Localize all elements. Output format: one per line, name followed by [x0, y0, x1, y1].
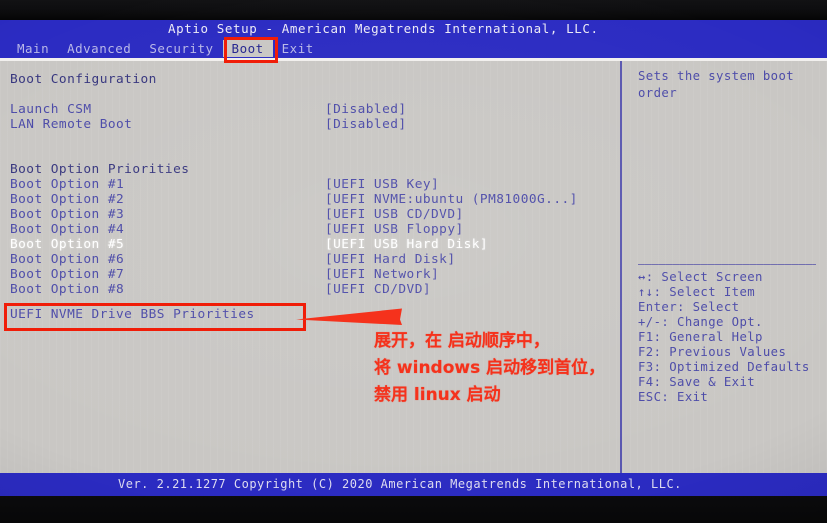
tab-security[interactable]: Security: [140, 40, 222, 57]
boot-option-7-value[interactable]: [UEFI Network]: [325, 267, 439, 282]
boot-option-3-value[interactable]: [UEFI USB CD/DVD]: [325, 207, 464, 222]
tab-main[interactable]: Main: [8, 40, 58, 57]
tab-advanced[interactable]: Advanced: [58, 40, 140, 57]
boot-option-8-value[interactable]: [UEFI CD/DVD]: [325, 282, 431, 297]
boot-option-8-label: Boot Option #8: [10, 282, 125, 297]
annotation-note-line: 将 windows 启动移到首位，: [374, 358, 606, 378]
annotation-note-line: 展开，在 启动顺序中，: [374, 331, 550, 351]
footer-version: Ver. 2.21.1277 Copyright (C) 2020 Americ…: [118, 477, 682, 491]
boot-option-5-value[interactable]: [UEFI USB Hard Disk]: [325, 237, 488, 252]
boot-option-6-value[interactable]: [UEFI Hard Disk]: [325, 252, 455, 267]
boot-option-7-label: Boot Option #7: [10, 267, 125, 282]
help-description: Sets the system boot order: [638, 69, 795, 100]
boot-option-2-label: Boot Option #2: [10, 192, 125, 207]
boot-option-4-label: Boot Option #4: [10, 222, 125, 237]
boot-option-1-value[interactable]: [UEFI USB Key]: [325, 177, 439, 192]
boot-option-3-label: Boot Option #3: [10, 207, 125, 222]
annotation-note: 展开，在 启动顺序中， 将 windows 启动移到首位， 禁用 linux 启动: [374, 328, 664, 409]
annotation-arrow-icon: [296, 308, 402, 325]
setting-launch-csm-value[interactable]: [Disabled]: [325, 102, 407, 117]
boot-option-4-value[interactable]: [UEFI USB Floppy]: [325, 222, 464, 237]
setting-launch-csm-label: Launch CSM: [10, 102, 92, 117]
bios-screen: Aptio Setup - American Megatrends Intern…: [0, 0, 827, 523]
boot-option-5-label: Boot Option #5: [10, 237, 125, 252]
key-legend-item: ↔: Select Screen: [638, 270, 763, 284]
boot-option-1-label: Boot Option #1: [10, 177, 125, 192]
annotation-note-line: 禁用 linux 启动: [374, 385, 501, 405]
setting-lan-remote-boot-label: LAN Remote Boot: [10, 117, 133, 132]
section-title: Boot Configuration: [10, 72, 157, 87]
key-legend-item: Enter: Select: [638, 300, 740, 314]
boot-option-6-label: Boot Option #6: [10, 252, 125, 267]
monitor-bezel-bottom: [0, 496, 827, 523]
panel-divider: [620, 61, 622, 473]
monitor-bezel-top: [0, 0, 827, 20]
help-separator: [638, 264, 816, 265]
key-legend-item: +/-: Change Opt.: [638, 315, 763, 329]
boot-priorities-title: Boot Option Priorities: [10, 162, 190, 177]
annotation-box-bbs-priorities: [4, 303, 306, 331]
tab-exit[interactable]: Exit: [273, 40, 323, 57]
setting-lan-remote-boot-value[interactable]: [Disabled]: [325, 117, 407, 132]
boot-option-2-value[interactable]: [UEFI NVME:ubuntu (PM81000G...]: [325, 192, 578, 207]
annotation-box-boot-tab: [224, 37, 278, 63]
key-legend-item: ↑↓: Select Item: [638, 285, 756, 299]
page-title: Aptio Setup - American Megatrends Intern…: [168, 21, 599, 36]
